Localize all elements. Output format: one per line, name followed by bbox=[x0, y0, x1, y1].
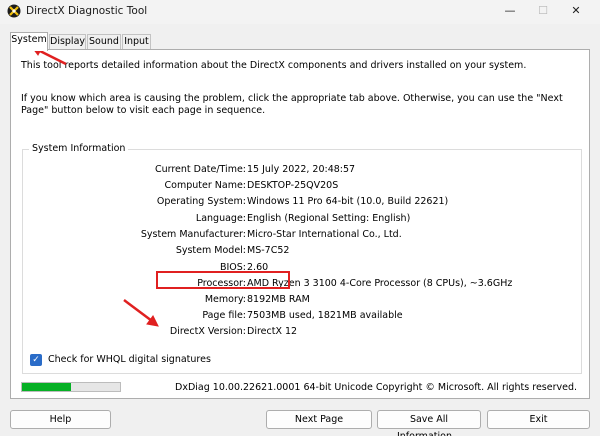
info-value: 15 July 2022, 20:48:57 bbox=[247, 164, 356, 175]
info-label: DirectX Version: bbox=[169, 326, 246, 337]
minimize-icon[interactable]: — bbox=[500, 3, 520, 19]
progress-fill bbox=[22, 383, 71, 391]
directx-app-icon bbox=[7, 4, 21, 18]
progress-bar bbox=[21, 382, 121, 392]
cpu-count-speed: (8 CPUs), ~3.6GHz bbox=[423, 278, 513, 289]
info-value: MS-7C52 bbox=[247, 245, 290, 256]
info-row-bios: BIOS: 2.60 bbox=[23, 262, 583, 275]
system-information-group: System Information Current Date/Time: 15… bbox=[22, 143, 583, 374]
info-value: Windows 11 Pro 64-bit (10.0, Build 22621… bbox=[247, 196, 449, 207]
save-all-information-button[interactable]: Save All Information... bbox=[377, 410, 481, 436]
tab-sound[interactable]: Sound bbox=[87, 34, 121, 50]
info-value: English (Regional Setting: English) bbox=[247, 213, 411, 224]
system-tab-panel: This tool reports detailed information a… bbox=[10, 49, 590, 399]
directx-version-highlight bbox=[156, 271, 290, 289]
info-label: System Manufacturer: bbox=[140, 229, 246, 240]
info-row-directx-version: DirectX Version: DirectX 12 bbox=[23, 326, 583, 339]
info-label: Memory: bbox=[204, 294, 246, 305]
next-page-button[interactable]: Next Page bbox=[266, 410, 372, 429]
info-row-language: Language: English (Regional Setting: Eng… bbox=[23, 213, 583, 226]
exit-button[interactable]: Exit bbox=[487, 410, 590, 429]
whql-checkbox[interactable]: ✓ bbox=[30, 354, 42, 366]
info-row-system-model: System Model: MS-7C52 bbox=[23, 245, 583, 258]
info-label: Language: bbox=[195, 213, 246, 224]
info-label: Computer Name: bbox=[164, 180, 246, 191]
window-title: DirectX Diagnostic Tool bbox=[26, 5, 148, 17]
tab-input[interactable]: Input bbox=[122, 34, 151, 50]
directx-diagnostic-window: DirectX Diagnostic Tool — ☐ ✕ System Dis… bbox=[0, 0, 600, 436]
group-title: System Information bbox=[29, 143, 129, 154]
info-value: Micro-Star International Co., Ltd. bbox=[247, 229, 402, 240]
version-copyright-text: DxDiag 10.00.22621.0001 64-bit Unicode C… bbox=[175, 382, 577, 393]
info-row-computer-name: Computer Name: DESKTOP-25QV20S bbox=[23, 180, 583, 193]
whql-checkbox-label[interactable]: Check for WHQL digital signatures bbox=[48, 354, 211, 365]
help-button[interactable]: Help bbox=[10, 410, 111, 429]
info-value: DESKTOP-25QV20S bbox=[247, 180, 339, 191]
info-row-operating-system: Operating System: Windows 11 Pro 64-bit … bbox=[23, 196, 583, 209]
tab-system[interactable]: System bbox=[10, 32, 48, 51]
info-label: Current Date/Time: bbox=[154, 164, 246, 175]
info-row-system-manufacturer: System Manufacturer: Micro-Star Internat… bbox=[23, 229, 583, 242]
instructions-text: If you know which area is causing the pr… bbox=[21, 93, 563, 116]
info-label: Page file: bbox=[202, 310, 246, 321]
info-value: 8192MB RAM bbox=[247, 294, 310, 305]
close-icon[interactable]: ✕ bbox=[566, 3, 586, 19]
info-row-processor: Processor: AMD Ryzen 3 3100 4-Core Proce… bbox=[23, 278, 583, 291]
info-row-page-file: Page file: 7503MB used, 1821MB available bbox=[23, 310, 583, 323]
intro-text: This tool reports detailed information a… bbox=[21, 60, 527, 71]
info-label: Operating System: bbox=[156, 196, 246, 207]
info-label: System Model: bbox=[175, 245, 246, 256]
info-row-date-time: Current Date/Time: 15 July 2022, 20:48:5… bbox=[23, 164, 583, 177]
info-row-memory: Memory: 8192MB RAM bbox=[23, 294, 583, 307]
title-bar: DirectX Diagnostic Tool — ☐ ✕ bbox=[0, 0, 600, 24]
info-value: 7503MB used, 1821MB available bbox=[247, 310, 403, 321]
info-value: DirectX 12 bbox=[247, 326, 298, 337]
maximize-icon[interactable]: ☐ bbox=[533, 3, 553, 19]
tab-display[interactable]: Display bbox=[49, 34, 86, 50]
